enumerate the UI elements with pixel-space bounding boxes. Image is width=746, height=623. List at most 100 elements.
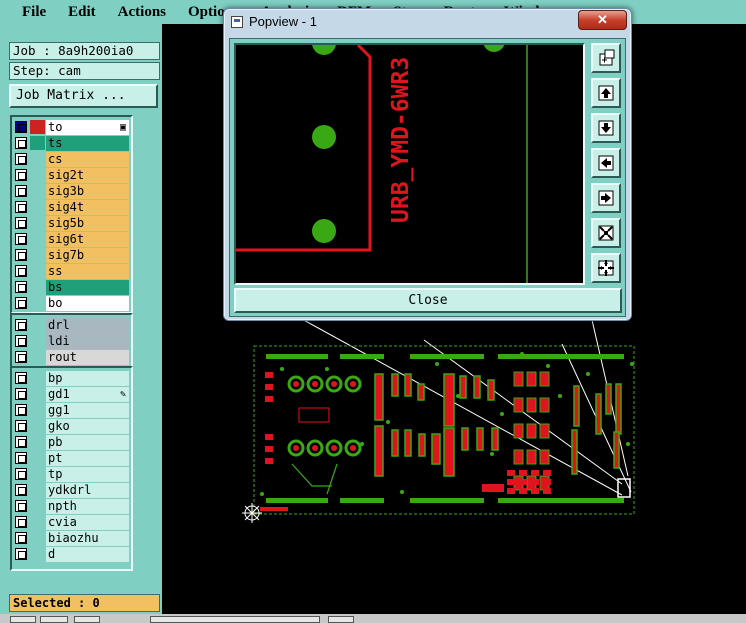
layer-color-swatch[interactable] (30, 216, 45, 230)
layer-row[interactable]: gd1 ✎ (15, 386, 129, 402)
zoom-fit-button[interactable] (591, 43, 621, 73)
layer-visibility-checkbox[interactable] (15, 388, 27, 400)
layer-visibility-checkbox[interactable] (15, 500, 27, 512)
layer-name[interactable]: bs (46, 279, 129, 295)
layer-name[interactable]: sig6t (46, 231, 129, 247)
layer-name[interactable]: npth (46, 498, 129, 514)
layer-color-swatch[interactable] (30, 531, 45, 545)
layer-name[interactable]: gg1 (46, 402, 129, 418)
layer-visibility-checkbox[interactable] (15, 217, 27, 229)
layer-visibility-checkbox[interactable] (15, 233, 27, 245)
layer-name[interactable]: bp (46, 370, 129, 386)
layer-row[interactable]: to ▣ (15, 119, 129, 135)
layer-name[interactable]: ts (46, 135, 129, 151)
layer-color-swatch[interactable] (30, 499, 45, 513)
layer-visibility-checkbox[interactable] (15, 436, 27, 448)
layer-visibility-checkbox[interactable] (15, 319, 27, 331)
bottom-tool-button[interactable] (328, 616, 354, 623)
layer-color-swatch[interactable] (30, 248, 45, 262)
job-matrix-button[interactable]: Job Matrix ... (9, 84, 158, 108)
layer-visibility-checkbox[interactable] (15, 372, 27, 384)
layer-name[interactable]: ydkdrl (46, 482, 129, 498)
layer-visibility-checkbox[interactable] (15, 484, 27, 496)
layer-row[interactable]: sig7b (15, 247, 129, 263)
layer-visibility-checkbox[interactable] (15, 516, 27, 528)
layer-row[interactable]: ss (15, 263, 129, 279)
layer-name[interactable]: sig7b (46, 247, 129, 263)
layer-name[interactable]: sig4t (46, 199, 129, 215)
layer-name[interactable]: ss (46, 263, 129, 279)
layer-color-swatch[interactable] (30, 280, 45, 294)
layer-row[interactable]: biaozhu (15, 530, 129, 546)
pan-left-button[interactable] (591, 148, 621, 178)
layer-visibility-checkbox[interactable] (15, 153, 27, 165)
layer-row[interactable]: sig4t (15, 199, 129, 215)
popview-close-button[interactable]: Close (234, 288, 622, 313)
layer-row[interactable]: gko (15, 418, 129, 434)
layer-name[interactable]: pt (46, 450, 129, 466)
layer-visibility-checkbox[interactable] (15, 420, 27, 432)
zoom-out-button[interactable] (591, 253, 621, 283)
layer-visibility-checkbox[interactable] (15, 548, 27, 560)
pan-right-button[interactable] (591, 183, 621, 213)
layer-row[interactable]: pt (15, 450, 129, 466)
layer-name[interactable]: sig3b (46, 183, 129, 199)
layer-name[interactable]: drl (46, 317, 129, 333)
layer-name[interactable]: gko (46, 418, 129, 434)
layer-visibility-checkbox[interactable] (15, 169, 27, 181)
layer-row[interactable]: ts (15, 135, 129, 151)
layer-name[interactable]: tp (46, 466, 129, 482)
layer-color-swatch[interactable] (30, 334, 45, 348)
layer-color-swatch[interactable] (30, 547, 45, 561)
zoom-in-button[interactable] (591, 218, 621, 248)
bottom-tool-button[interactable] (74, 616, 100, 623)
layer-name[interactable]: cs (46, 151, 129, 167)
layer-visibility-checkbox[interactable] (15, 404, 27, 416)
layer-visibility-checkbox[interactable] (15, 265, 27, 277)
layer-row[interactable]: sig2t (15, 167, 129, 183)
layer-name[interactable]: biaozhu (46, 530, 129, 546)
popview-titlebar[interactable]: Popview - 1 ✕ (224, 9, 631, 36)
layer-visibility-checkbox[interactable] (15, 468, 27, 480)
layer-visibility-checkbox[interactable] (15, 185, 27, 197)
layer-name[interactable]: sig5b (46, 215, 129, 231)
layer-row[interactable]: rout (15, 349, 129, 365)
layer-color-swatch[interactable] (30, 296, 45, 310)
layer-row[interactable]: cvia (15, 514, 129, 530)
layer-color-swatch[interactable] (30, 318, 45, 332)
layer-row[interactable]: tp (15, 466, 129, 482)
layer-visibility-checkbox[interactable] (15, 532, 27, 544)
bottom-tool-button[interactable] (10, 616, 36, 623)
layer-color-swatch[interactable] (30, 168, 45, 182)
layer-color-swatch[interactable] (30, 515, 45, 529)
bottom-tool-button[interactable] (40, 616, 68, 623)
layer-visibility-checkbox[interactable] (15, 137, 27, 149)
layer-row[interactable]: d (15, 546, 129, 562)
layer-color-swatch[interactable] (30, 152, 45, 166)
menu-actions[interactable]: Actions (107, 0, 177, 24)
layer-color-swatch[interactable] (30, 136, 45, 150)
layer-row[interactable]: cs (15, 151, 129, 167)
layer-color-swatch[interactable] (30, 467, 45, 481)
layer-visibility-checkbox[interactable] (15, 201, 27, 213)
layer-color-swatch[interactable] (30, 120, 45, 134)
layer-name[interactable]: to ▣ (46, 119, 129, 135)
layer-color-swatch[interactable] (30, 483, 45, 497)
layer-visibility-checkbox[interactable] (15, 351, 27, 363)
layer-row[interactable]: drl (15, 317, 129, 333)
layer-row[interactable]: sig3b (15, 183, 129, 199)
layer-row[interactable]: sig5b (15, 215, 129, 231)
layer-visibility-checkbox[interactable] (15, 452, 27, 464)
layer-color-swatch[interactable] (30, 200, 45, 214)
layer-visibility-checkbox[interactable] (15, 121, 27, 133)
pan-down-button[interactable] (591, 113, 621, 143)
layer-row[interactable]: pb (15, 434, 129, 450)
layer-row[interactable]: bo (15, 295, 129, 311)
layer-color-swatch[interactable] (30, 403, 45, 417)
layer-name[interactable]: gd1 ✎ (46, 386, 129, 402)
menu-edit[interactable]: Edit (57, 0, 107, 24)
layer-color-swatch[interactable] (30, 387, 45, 401)
layer-color-swatch[interactable] (30, 264, 45, 278)
layer-color-swatch[interactable] (30, 419, 45, 433)
layer-name[interactable]: ldi (46, 333, 129, 349)
